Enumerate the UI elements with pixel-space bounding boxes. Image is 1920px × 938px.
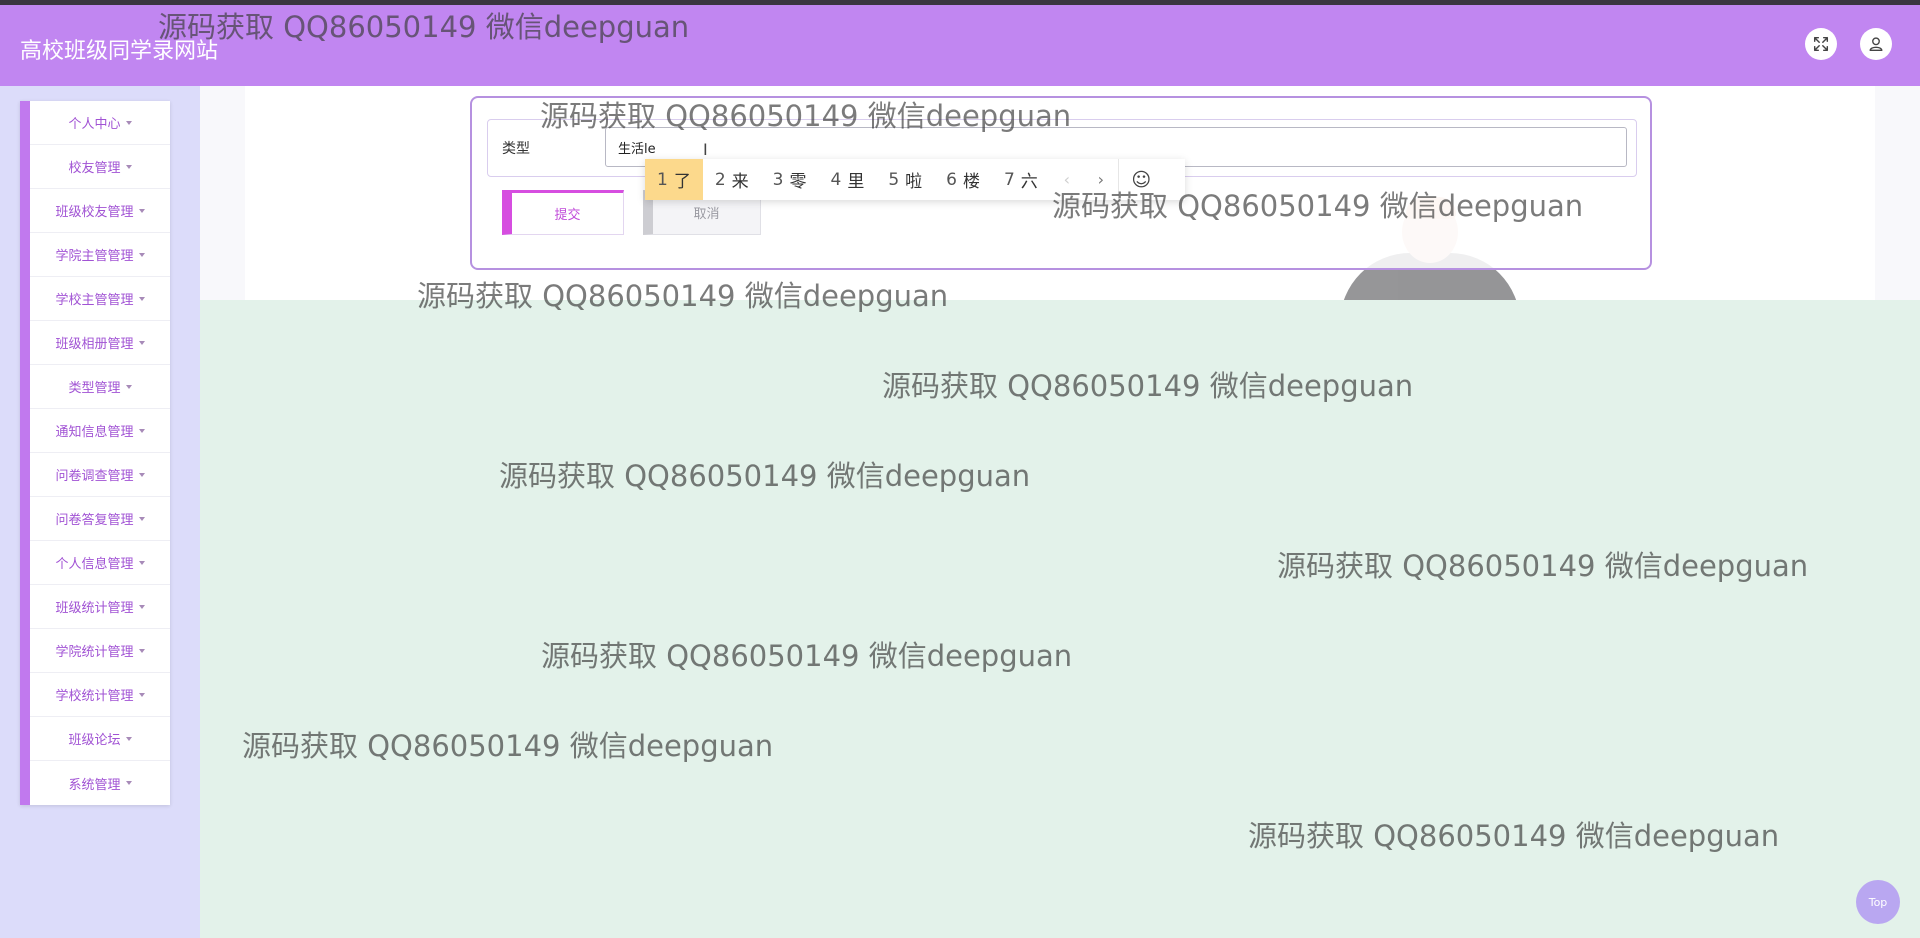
sidebar-item-survey-reply[interactable]: 问卷答复管理 [30, 497, 170, 541]
sidebar-item-survey[interactable]: 问卷调查管理 [30, 453, 170, 497]
back-to-top-button[interactable]: Top [1856, 880, 1900, 924]
caret-down-icon [125, 164, 132, 169]
ime-candidate[interactable]: 4里 [818, 159, 876, 200]
caret-down-icon [138, 252, 145, 257]
sidebar-item-college-stats[interactable]: 学院统计管理 [30, 629, 170, 673]
fullscreen-button[interactable] [1805, 28, 1837, 60]
caret-down-icon [138, 472, 145, 477]
sidebar-item-personal-center[interactable]: 个人中心 [30, 101, 170, 145]
watermark-text: 源码获取 QQ86050149 微信deepguan [1248, 819, 1780, 853]
fullscreen-icon [1813, 36, 1829, 52]
sidebar-item-forum[interactable]: 班级论坛 [30, 717, 170, 761]
ime-candidate[interactable]: 6楼 [934, 159, 992, 200]
caret-down-icon [125, 384, 132, 389]
ime-next-page-icon[interactable]: › [1084, 159, 1118, 200]
watermark-text: 源码获取 QQ86050149 微信deepguan [1277, 549, 1809, 583]
ime-candidate[interactable]: 7六 [992, 159, 1050, 200]
caret-down-icon [138, 648, 145, 653]
ime-candidate-bar: 1了 2来 3零 4里 5啦 6楼 7六 ‹ › ☺ [645, 159, 1185, 200]
submit-button[interactable]: 提交 [502, 190, 624, 235]
sidebar-menu: 个人中心 校友管理 班级校友管理 学院主管管理 学校主管管理 班级相册管理 类型… [20, 101, 170, 805]
caret-down-icon [138, 296, 145, 301]
caret-down-icon [138, 692, 145, 697]
sidebar-item-class-alumni[interactable]: 班级校友管理 [30, 189, 170, 233]
watermark-text: 源码获取 QQ86050149 微信deepguan [882, 369, 1414, 403]
user-icon [1869, 37, 1883, 51]
ime-candidate[interactable]: 2来 [703, 159, 761, 200]
sidebar-item-personal-info[interactable]: 个人信息管理 [30, 541, 170, 585]
caret-down-icon [138, 208, 145, 213]
sidebar-item-college-supervisor[interactable]: 学院主管管理 [30, 233, 170, 277]
caret-down-icon [138, 340, 145, 345]
ime-candidate[interactable]: 3零 [761, 159, 819, 200]
user-button[interactable] [1860, 28, 1892, 60]
sidebar-item-alumni[interactable]: 校友管理 [30, 145, 170, 189]
type-label: 类型 [502, 141, 530, 157]
ime-prev-page-icon[interactable]: ‹ [1050, 159, 1084, 200]
ime-candidate[interactable]: 1了 [645, 159, 703, 200]
watermark-text: 源码获取 QQ86050149 微信deepguan [541, 639, 1073, 673]
caret-down-icon [138, 604, 145, 609]
caret-down-icon [125, 781, 132, 785]
sidebar-item-type[interactable]: 类型管理 [30, 365, 170, 409]
sidebar-item-class-album[interactable]: 班级相册管理 [30, 321, 170, 365]
sidebar-item-system[interactable]: 系统管理 [30, 761, 170, 805]
sidebar-item-school-stats[interactable]: 学校统计管理 [30, 673, 170, 717]
watermark-text: 源码获取 QQ86050149 微信deepguan [499, 459, 1031, 493]
caret-down-icon [138, 560, 145, 565]
caret-down-icon [125, 120, 132, 125]
caret-down-icon [138, 516, 145, 521]
ime-emoji-icon[interactable]: ☺ [1117, 159, 1164, 200]
top-header: 高校班级同学录网站 [0, 5, 1920, 86]
site-title: 高校班级同学录网站 [20, 39, 219, 64]
sidebar-item-notice[interactable]: 通知信息管理 [30, 409, 170, 453]
caret-down-icon [138, 428, 145, 433]
sidebar-item-school-supervisor[interactable]: 学校主管管理 [30, 277, 170, 321]
sidebar-item-class-stats[interactable]: 班级统计管理 [30, 585, 170, 629]
watermark-text: 源码获取 QQ86050149 微信deepguan [242, 729, 774, 763]
ime-candidate[interactable]: 5啦 [876, 159, 934, 200]
text-cursor-icon: I [703, 140, 708, 159]
caret-down-icon [125, 736, 132, 741]
